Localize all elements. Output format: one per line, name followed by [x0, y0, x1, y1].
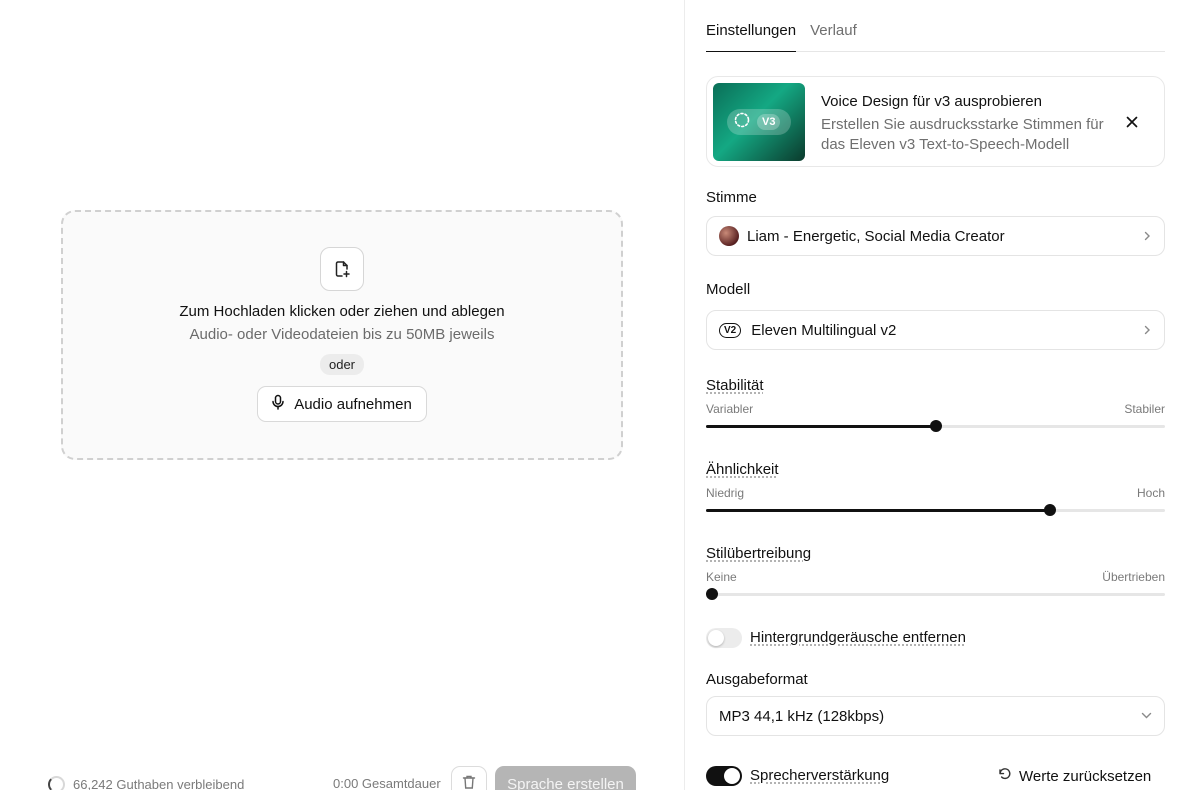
promo-thumbnail: V3 — [713, 83, 805, 161]
reset-values-button[interactable]: Werte zurücksetzen — [998, 767, 1151, 785]
style-range-labels: Keine Übertrieben — [706, 570, 1165, 584]
chevron-right-icon — [1142, 322, 1152, 339]
slider-fill — [706, 425, 936, 428]
voice-label: Stimme — [706, 189, 757, 206]
dropzone-title: Zum Hochladen klicken oder ziehen und ab… — [179, 303, 505, 320]
toggle-knob — [724, 768, 740, 784]
voice-avatar — [719, 226, 739, 246]
credits-text: 66,242 Guthaben verbleibend — [73, 777, 245, 790]
main-area: Zum Hochladen klicken oder ziehen und ab… — [0, 0, 684, 790]
reset-label: Werte zurücksetzen — [1019, 767, 1152, 785]
speaker-boost-label: Sprecherverstärkung — [750, 767, 890, 784]
credits-indicator: 66,242 Guthaben verbleibend — [48, 776, 244, 790]
similarity-max-label: Hoch — [1136, 486, 1165, 500]
voice-selector[interactable]: Liam - Energetic, Social Media Creator — [706, 216, 1165, 256]
promo-title: Voice Design für v3 ausprobieren — [821, 93, 1042, 110]
similarity-range-labels: Niedrig Hoch — [706, 486, 1165, 500]
stability-range-labels: Variabler Stabiler — [706, 402, 1165, 416]
similarity-min-label: Niedrig — [706, 486, 745, 500]
credits-ring-icon — [48, 776, 65, 790]
chevron-down-icon — [1141, 708, 1152, 725]
slider-thumb[interactable] — [706, 588, 718, 600]
output-format-select[interactable]: MP3 44,1 kHz (128kbps) — [706, 696, 1165, 736]
or-separator: oder — [319, 354, 365, 375]
v3-badge: V3 — [757, 114, 781, 130]
close-icon[interactable] — [1124, 114, 1140, 130]
panel-tabs: Einstellungen Verlauf — [706, 22, 1165, 52]
sparkle-loader-icon — [733, 111, 751, 134]
model-selector[interactable]: V2 Eleven Multilingual v2 — [706, 310, 1165, 350]
style-max-label: Übertrieben — [1102, 570, 1165, 584]
stability-min-label: Variabler — [706, 402, 754, 416]
file-upload-icon — [320, 247, 364, 291]
similarity-slider[interactable] — [706, 504, 1165, 516]
bottom-bar: 66,242 Guthaben verbleibend 0:00 Gesamtd… — [0, 764, 684, 790]
tab-settings[interactable]: Einstellungen — [706, 22, 797, 52]
promo-pill: V3 — [727, 109, 791, 135]
dropzone-subtitle: Audio- oder Videodateien bis zu 50MB jew… — [189, 326, 495, 343]
create-speech-button[interactable]: Sprache erstellen — [495, 766, 636, 790]
total-duration: 0:00 Gesamtdauer — [333, 776, 441, 790]
trash-icon — [461, 774, 477, 790]
style-min-label: Keine — [706, 570, 737, 584]
microphone-icon — [270, 394, 286, 414]
model-label: Modell — [706, 281, 751, 298]
slider-thumb[interactable] — [929, 420, 942, 432]
delete-button[interactable] — [451, 766, 487, 790]
voice-value: Liam - Energetic, Social Media Creator — [747, 227, 1005, 245]
style-exaggeration-slider[interactable] — [706, 588, 1165, 600]
stability-slider[interactable] — [706, 420, 1165, 432]
speaker-boost-toggle[interactable] — [706, 766, 742, 786]
remove-noise-toggle[interactable] — [706, 628, 742, 648]
slider-track — [706, 593, 1165, 596]
reset-icon — [998, 767, 1012, 785]
tab-history[interactable]: Verlauf — [810, 22, 857, 52]
similarity-label: Ähnlichkeit — [706, 461, 779, 478]
upload-dropzone[interactable]: Zum Hochladen klicken oder ziehen und ab… — [61, 210, 623, 460]
settings-panel: Einstellungen Verlauf V3 Voice Design fü… — [684, 0, 1184, 790]
toggle-knob — [708, 630, 724, 646]
remove-noise-label: Hintergrundgeräusche entfernen — [750, 629, 966, 646]
promo-description: Erstellen Sie ausdrucksstarke Stimmen fü… — [821, 116, 1104, 153]
stability-max-label: Stabiler — [1124, 402, 1165, 416]
output-format-value: MP3 44,1 kHz (128kbps) — [719, 707, 885, 725]
record-audio-button[interactable]: Audio aufnehmen — [257, 386, 427, 422]
stability-label: Stabilität — [706, 377, 764, 394]
record-audio-label: Audio aufnehmen — [294, 395, 412, 413]
voice-design-promo-card[interactable]: V3 Voice Design für v3 ausprobieren Erst… — [706, 76, 1165, 167]
v2-badge: V2 — [719, 322, 742, 338]
style-exaggeration-label: Stilübertreibung — [706, 545, 812, 562]
output-format-label: Ausgabeformat — [706, 671, 808, 688]
model-value: Eleven Multilingual v2 — [751, 321, 897, 339]
slider-fill — [706, 509, 1051, 512]
slider-thumb[interactable] — [1044, 504, 1057, 516]
chevron-right-icon — [1142, 228, 1152, 245]
